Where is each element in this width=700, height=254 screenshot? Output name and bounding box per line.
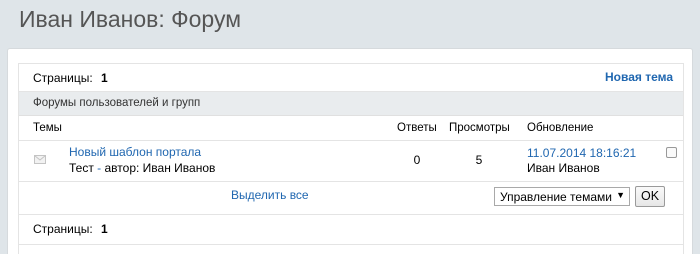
ok-button[interactable]: OK bbox=[635, 186, 665, 207]
topic-description-text: Тест bbox=[69, 161, 94, 175]
table-row: Новый шаблон портала Тест - автор: Иван … bbox=[19, 140, 683, 182]
topic-select-checkbox[interactable] bbox=[666, 147, 677, 158]
pagination-top: Страницы: 1 Новая тема bbox=[19, 64, 683, 92]
topic-updated-date-link[interactable]: 11.07.2014 18:16:21 bbox=[527, 146, 636, 160]
column-header-updated: Обновление bbox=[527, 122, 594, 134]
pagination-bottom-current-page: 1 bbox=[101, 222, 108, 236]
manage-topics-select-value: Управление темами bbox=[500, 190, 612, 204]
pagination-label: Страницы: bbox=[33, 71, 93, 85]
pagination-bottom-label: Страницы: bbox=[33, 222, 93, 236]
forum-panel: Страницы: 1 Новая тема Форумы пользовате… bbox=[18, 63, 684, 254]
group-header-bar: Форумы пользователей и групп bbox=[19, 92, 683, 116]
group-title: Форумы пользователей и групп bbox=[33, 97, 201, 109]
page-title: Иван Иванов: Форум bbox=[19, 6, 242, 32]
manage-topics-select[interactable]: Управление темами ▼ bbox=[494, 187, 630, 206]
dropdown-arrow-icon: ▼ bbox=[616, 190, 625, 200]
column-header-topics: Темы bbox=[33, 122, 62, 134]
envelope-icon bbox=[34, 153, 46, 164]
column-header-views: Просмотры bbox=[449, 122, 510, 134]
topic-author: Иван Иванов bbox=[142, 161, 216, 175]
topic-replies: 0 bbox=[413, 153, 421, 167]
topic-description-separator: - bbox=[93, 161, 105, 175]
pagination-current-page: 1 bbox=[101, 71, 108, 85]
topic-author-prefix: автор: bbox=[104, 161, 143, 175]
new-topic-link[interactable]: Новая тема bbox=[605, 70, 673, 84]
topic-title-link[interactable]: Новый шаблон портала bbox=[69, 145, 201, 159]
topic-description: Тест - автор: Иван Иванов bbox=[69, 161, 215, 175]
select-all-link[interactable]: Выделить все bbox=[231, 188, 309, 202]
divider bbox=[19, 244, 683, 245]
divider bbox=[19, 214, 683, 215]
column-header-replies: Ответы bbox=[397, 122, 437, 134]
topic-views: 5 bbox=[475, 153, 483, 167]
forum-card: Страницы: 1 Новая тема Форумы пользовате… bbox=[7, 48, 693, 254]
topic-updated-by: Иван Иванов bbox=[527, 161, 600, 175]
